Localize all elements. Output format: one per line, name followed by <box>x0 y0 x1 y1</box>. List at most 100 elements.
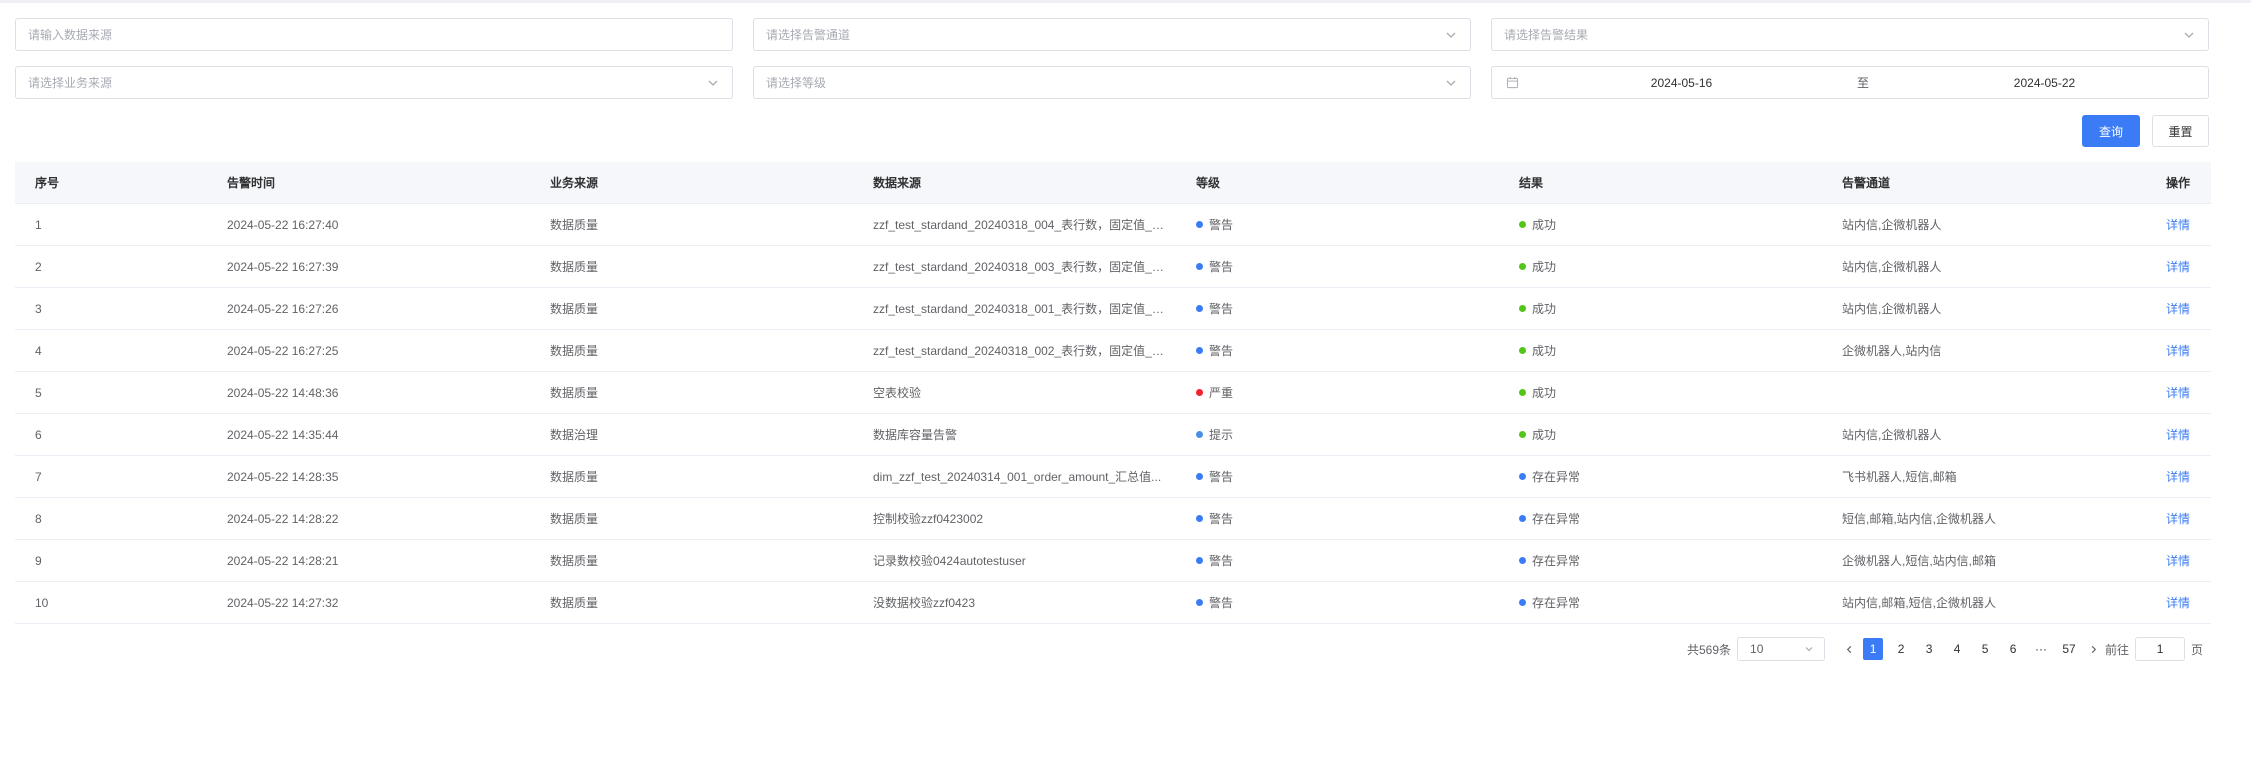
detail-link[interactable]: 详情 <box>2166 554 2190 568</box>
detail-link[interactable]: 详情 <box>2166 596 2190 610</box>
cell-source: zzf_test_stardand_20240318_002_表行数，固定值_2… <box>873 344 1169 358</box>
cell-no: 9 <box>35 553 42 568</box>
table-row: 6 2024-05-22 14:35:44 数据治理 数据库容量告警 提示 成功 站内信,企… <box>15 414 2211 456</box>
detail-link[interactable]: 详情 <box>2166 470 2190 484</box>
business-source-select[interactable]: 请选择业务来源 <box>15 66 733 99</box>
page-number[interactable]: 3 <box>1919 638 1939 660</box>
chevron-down-icon <box>1444 28 1458 42</box>
date-start[interactable]: 2024-05-16 <box>1530 76 1833 90</box>
cell-level: 警告 <box>1176 594 1499 611</box>
table-header: 序号 告警时间 业务来源 数据来源 等级 结果 告警通道 操作 <box>15 162 2211 204</box>
goto-page-input[interactable]: 1 <box>2135 637 2186 661</box>
detail-link[interactable]: 详情 <box>2166 260 2190 274</box>
detail-link[interactable]: 详情 <box>2166 428 2190 442</box>
detail-link[interactable]: 详情 <box>2166 386 2190 400</box>
detail-link[interactable]: 详情 <box>2166 344 2190 358</box>
cell-result: 成功 <box>1499 342 1822 359</box>
prev-page-button[interactable] <box>1839 638 1859 660</box>
detail-link[interactable]: 详情 <box>2166 218 2190 232</box>
level-text: 警告 <box>1209 512 1234 526</box>
level-placeholder: 请选择等级 <box>766 76 827 90</box>
cell-op: 详情 <box>2145 216 2211 233</box>
cell-no: 7 <box>35 469 42 484</box>
cell-channel: 飞书机器人,短信,邮箱 <box>1842 470 1957 484</box>
channel-select[interactable]: 请选择告警通道 <box>753 18 1471 51</box>
column-header: 等级 <box>1196 176 1221 190</box>
result-dot <box>1519 431 1526 438</box>
detail-link[interactable]: 详情 <box>2166 302 2190 316</box>
top-divider <box>0 0 2251 3</box>
result-dot <box>1519 557 1526 564</box>
result-select[interactable]: 请选择告警结果 <box>1491 18 2209 51</box>
level-text: 严重 <box>1209 386 1234 400</box>
cell-level: 警告 <box>1176 258 1499 275</box>
level-select[interactable]: 请选择等级 <box>753 66 1471 99</box>
result-text: 存在异常 <box>1532 596 1581 610</box>
date-range-picker[interactable]: 2024-05-16 至 2024-05-22 <box>1491 66 2209 99</box>
cell-source: 控制校验zzf0423002 <box>873 512 984 526</box>
cell-level: 警告 <box>1176 552 1499 569</box>
result-dot <box>1519 389 1526 396</box>
pagination-ellipsis[interactable]: ··· <box>2031 638 2051 660</box>
cell-channel: 站内信,企微机器人 <box>1842 260 1942 274</box>
result-dot <box>1519 347 1526 354</box>
table-row: 1 2024-05-22 16:27:40 数据质量 zzf_test_stardan… <box>15 204 2211 246</box>
alert-records-page: 请输入数据来源 请选择告警通道 请选择告警结果 请选择业务来源 请选择等级 20… <box>0 0 2251 770</box>
business-source-placeholder: 请选择业务来源 <box>28 76 113 90</box>
page-list: 123456 <box>1859 638 2027 660</box>
cell-result: 存在异常 <box>1499 552 1822 569</box>
cell-op: 详情 <box>2145 384 2211 401</box>
cell-op: 详情 <box>2145 510 2211 527</box>
page-number[interactable]: 5 <box>1975 638 1995 660</box>
column-header: 结果 <box>1519 176 1544 190</box>
query-button[interactable]: 查询 <box>2082 115 2140 147</box>
page-last[interactable]: 57 <box>2059 638 2079 660</box>
result-text: 成功 <box>1532 302 1557 316</box>
cell-business: 数据质量 <box>550 554 599 568</box>
level-dot <box>1196 305 1203 312</box>
detail-link[interactable]: 详情 <box>2166 512 2190 526</box>
result-text: 成功 <box>1532 218 1557 232</box>
column-header: 告警通道 <box>1842 176 1891 190</box>
cell-result: 成功 <box>1499 300 1822 317</box>
table-row: 9 2024-05-22 14:28:21 数据质量 记录数校验0424autotes… <box>15 540 2211 582</box>
page-size-select[interactable]: 10 <box>1737 637 1826 661</box>
date-end[interactable]: 2024-05-22 <box>1893 76 2196 90</box>
level-text: 警告 <box>1209 470 1234 484</box>
reset-button[interactable]: 重置 <box>2152 115 2209 147</box>
level-dot <box>1196 263 1203 270</box>
cell-business: 数据质量 <box>550 260 599 274</box>
cell-source: zzf_test_stardand_20240318_004_表行数，固定值_2… <box>873 218 1169 232</box>
cell-no: 2 <box>35 259 42 274</box>
page-number[interactable]: 4 <box>1947 638 1967 660</box>
result-dot <box>1519 473 1526 480</box>
column-header: 业务来源 <box>550 176 599 190</box>
cell-business: 数据质量 <box>550 218 599 232</box>
page-size-value: 10 <box>1750 642 1764 656</box>
cell-business: 数据质量 <box>550 386 599 400</box>
data-source-placeholder: 请输入数据来源 <box>28 28 113 42</box>
result-dot <box>1519 305 1526 312</box>
cell-op: 详情 <box>2145 300 2211 317</box>
page-number[interactable]: 2 <box>1891 638 1911 660</box>
page-number[interactable]: 6 <box>2003 638 2023 660</box>
table-row: 2 2024-05-22 16:27:39 数据质量 zzf_test_stardan… <box>15 246 2211 288</box>
cell-source: 记录数校验0424autotestuser <box>873 554 1026 568</box>
level-text: 警告 <box>1209 344 1234 358</box>
cell-time: 2024-05-22 16:27:39 <box>227 259 339 274</box>
page-number[interactable]: 1 <box>1863 638 1884 660</box>
cell-result: 成功 <box>1499 216 1822 233</box>
cell-result: 存在异常 <box>1499 594 1822 611</box>
table-row: 7 2024-05-22 14:28:35 数据质量 dim_zzf_test_202… <box>15 456 2211 498</box>
cell-business: 数据质量 <box>550 596 599 610</box>
level-text: 警告 <box>1209 596 1234 610</box>
cell-time: 2024-05-22 14:28:21 <box>227 553 339 568</box>
next-page-button[interactable] <box>2083 638 2103 660</box>
level-dot <box>1196 473 1203 480</box>
cell-result: 成功 <box>1499 384 1822 401</box>
cell-level: 警告 <box>1176 300 1499 317</box>
cell-business: 数据质量 <box>550 470 599 484</box>
goto-label: 前往 <box>2105 642 2130 657</box>
data-source-input[interactable]: 请输入数据来源 <box>15 18 733 51</box>
cell-op: 详情 <box>2145 426 2211 443</box>
